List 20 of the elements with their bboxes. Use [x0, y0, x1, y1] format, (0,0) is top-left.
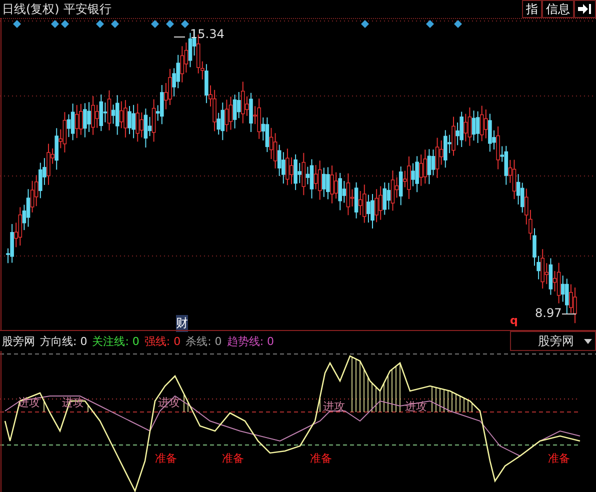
finance-badge[interactable]: 财 — [176, 315, 188, 332]
indicator-value: 方向线: 0 — [40, 334, 88, 348]
period-label: 日线(复权) — [2, 0, 60, 18]
q-mark: q — [510, 314, 518, 327]
indicator-value: 强线: 0 — [144, 334, 181, 348]
signal-label: 进攻 — [323, 399, 345, 414]
stock-name: 平安银行 — [63, 0, 112, 18]
signal-label: 准备 — [310, 451, 332, 466]
signal-label: 进攻 — [158, 395, 180, 410]
indicator-value: 趋势线: 0 — [226, 334, 274, 348]
signal-label: 准备 — [155, 451, 177, 466]
indicator-name: 股旁网 — [2, 334, 35, 348]
signal-label: 准备 — [548, 451, 570, 466]
indicator-value: 关注线: 0 — [92, 334, 140, 348]
indicator-value: 杀线: 0 — [186, 334, 222, 348]
toolbar-button[interactable]: 信息 — [542, 0, 574, 18]
indicator-dropdown[interactable]: 股旁网 — [510, 331, 596, 351]
low-price-label: 8.97 — [535, 306, 562, 320]
signal-label: 准备 — [222, 451, 244, 466]
toolbar-button[interactable]: 指 — [522, 0, 542, 18]
